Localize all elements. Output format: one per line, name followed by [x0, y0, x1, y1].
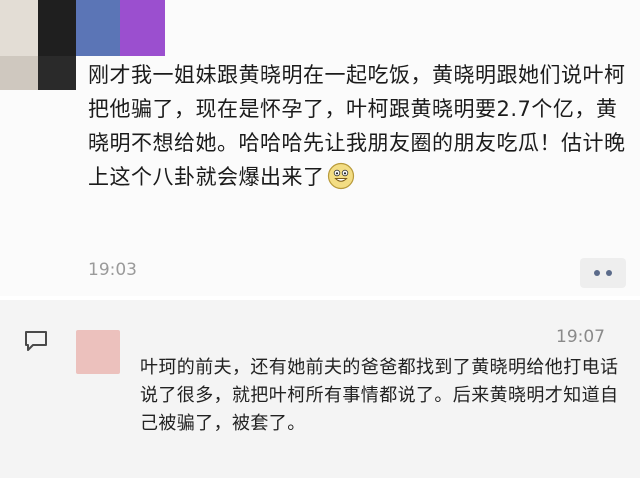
- comment-timestamp: 19:07: [556, 327, 605, 347]
- mosaic-tile: [76, 0, 120, 56]
- comment-bubble-icon[interactable]: [24, 330, 48, 352]
- post-text: 刚才我一姐妹跟黄晓明在一起吃饭，黄晓明跟她们说叶柯把他骗了，现在是怀孕了，叶柯跟…: [88, 63, 626, 189]
- post-timestamp: 19:03: [88, 260, 137, 280]
- comment-text: 叶珂的前夫，还有她前夫的爸爸都找到了黄晓明给他打电话说了很多，就把叶柯所有事情都…: [140, 357, 619, 434]
- dot: [606, 270, 612, 276]
- mosaic-tile: [120, 0, 165, 56]
- mosaic-tile: [38, 56, 76, 90]
- commenter-avatar[interactable]: [76, 330, 120, 374]
- mosaic-tile: [38, 0, 76, 56]
- mosaic-tile: [0, 56, 38, 90]
- grinning-face-emoji: [327, 162, 354, 190]
- dot: [594, 270, 600, 276]
- post-content: 刚才我一姐妹跟黄晓明在一起吃饭，黄晓明跟她们说叶柯把他骗了，现在是怀孕了，叶柯跟…: [88, 58, 628, 194]
- moments-post: 刚才我一姐妹跟黄晓明在一起吃饭，黄晓明跟她们说叶柯把他骗了，现在是怀孕了，叶柯跟…: [0, 0, 640, 296]
- more-dots-icon[interactable]: [580, 258, 626, 288]
- mosaic-tile: [0, 0, 38, 56]
